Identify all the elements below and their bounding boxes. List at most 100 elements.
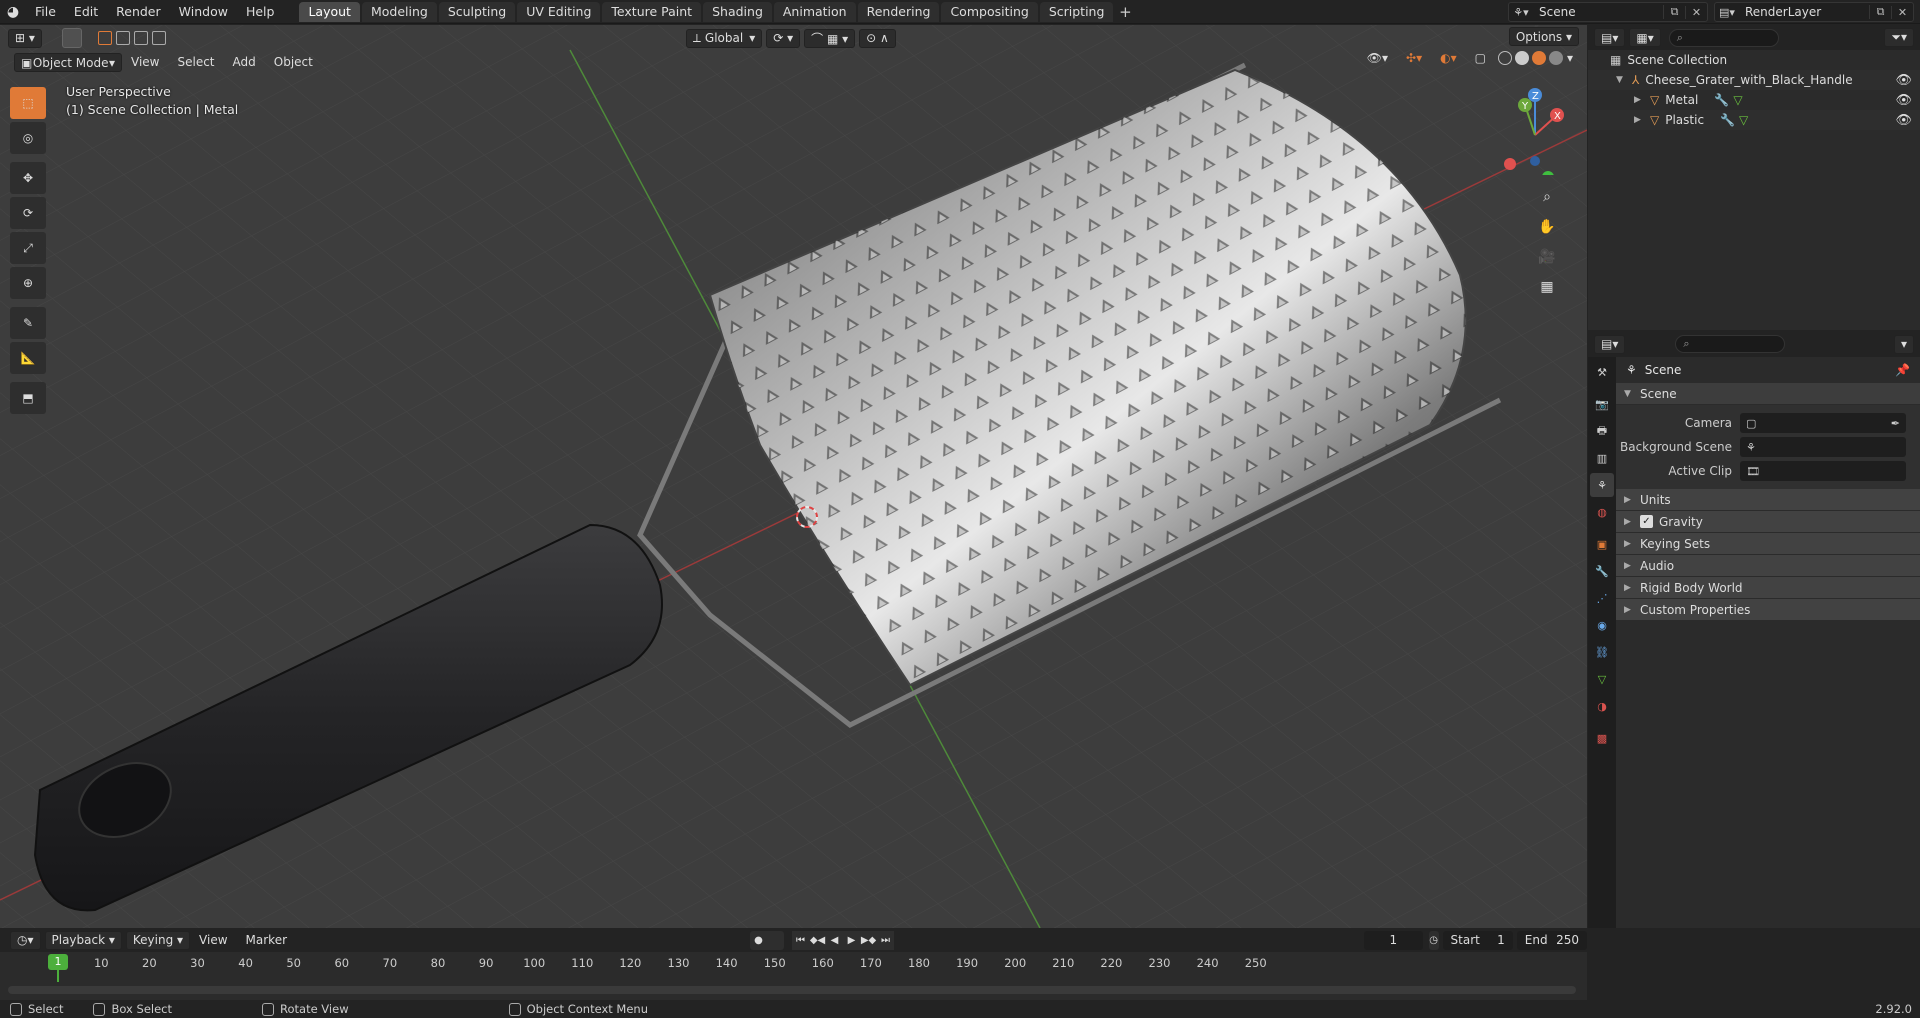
- transform-orientation-dropdown[interactable]: ⟂ Global ▾: [685, 28, 763, 48]
- display-mode-dropdown[interactable]: ▦▾: [1629, 28, 1661, 47]
- texture-tab-icon[interactable]: ▩: [1590, 726, 1614, 750]
- constraints-tab-icon[interactable]: ⛓: [1590, 640, 1614, 664]
- blender-logo-icon[interactable]: ◕: [0, 0, 26, 24]
- neg-x-axis-handle[interactable]: [1504, 158, 1516, 170]
- viewport-menu-add[interactable]: Add: [224, 53, 265, 72]
- tab-modeling[interactable]: Modeling: [361, 1, 437, 22]
- mesh-data-tab-icon[interactable]: ▽: [1590, 667, 1614, 691]
- tab-layout[interactable]: Layout: [299, 1, 360, 22]
- pivot-point-dropdown[interactable]: ⟳ ▾: [766, 28, 801, 48]
- tab-rendering[interactable]: Rendering: [857, 1, 940, 22]
- output-tab-icon[interactable]: 🖶: [1590, 419, 1614, 443]
- camera-field[interactable]: ▢ ✒: [1740, 413, 1906, 433]
- keying-sets-panel-header[interactable]: ▶ Keying Sets: [1616, 533, 1920, 555]
- proportional-edit-toggle[interactable]: ⊙ ∧: [859, 28, 896, 48]
- annotate-tool[interactable]: ✎: [10, 307, 46, 339]
- orthographic-toggle-icon[interactable]: ▦: [1533, 273, 1561, 301]
- material-preview-shading-icon[interactable]: [1531, 51, 1546, 65]
- rigid-body-world-panel-header[interactable]: ▶ Rigid Body World: [1616, 577, 1920, 599]
- scene-name[interactable]: Scene: [1533, 5, 1663, 19]
- modifiers-tab-icon[interactable]: 🔧: [1590, 559, 1614, 583]
- menu-render[interactable]: Render: [107, 0, 170, 24]
- tab-shading[interactable]: Shading: [703, 1, 772, 22]
- options-dropdown[interactable]: Options ▾: [1508, 27, 1579, 46]
- transform-tool[interactable]: ⊕: [10, 267, 46, 299]
- view-layer-selector[interactable]: ▤▾ RenderLayer ⧉ ✕: [1714, 2, 1914, 22]
- timeline-ruler[interactable]: 1 10 20 30 40 50 60 70 80 90 100 110 120 130 140 150 160…: [0, 952, 1587, 982]
- particles-tab-icon[interactable]: ⋰: [1590, 586, 1614, 610]
- measure-tool[interactable]: 📐: [10, 342, 46, 374]
- pin-icon[interactable]: 📌: [1895, 363, 1910, 377]
- keying-dropdown[interactable]: Keying ▾: [125, 930, 191, 950]
- menu-help[interactable]: Help: [237, 0, 284, 24]
- scene-selector[interactable]: ⚘▾ Scene ⧉ ✕: [1508, 2, 1708, 22]
- rendered-shading-icon[interactable]: [1548, 51, 1563, 65]
- solid-shading-icon[interactable]: [1514, 51, 1529, 65]
- visibility-eye-icon[interactable]: 👁: [1895, 93, 1912, 108]
- expand-chevron-icon[interactable]: ▶: [1634, 95, 1650, 105]
- cursor-tool[interactable]: ◎: [10, 122, 46, 154]
- viewport-menu-select[interactable]: Select: [168, 53, 223, 72]
- start-frame-input[interactable]: Start 1: [1442, 930, 1513, 950]
- wireframe-shading-icon[interactable]: [1497, 51, 1512, 65]
- snap-toggle[interactable]: ⌒ ▦ ▾: [804, 28, 856, 48]
- menu-file[interactable]: File: [26, 0, 65, 24]
- timeline-scrollbar[interactable]: [8, 986, 1576, 994]
- world-tab-icon[interactable]: ◍: [1590, 500, 1614, 524]
- play-reverse-icon[interactable]: ◀: [826, 930, 844, 950]
- select-tool-icon[interactable]: [61, 28, 82, 48]
- menu-window[interactable]: Window: [170, 0, 237, 24]
- active-clip-field[interactable]: 🎞: [1740, 461, 1906, 481]
- xray-icon[interactable]: ▢: [1466, 51, 1495, 65]
- view-layer-name[interactable]: RenderLayer: [1739, 5, 1869, 19]
- tab-compositing[interactable]: Compositing: [941, 1, 1038, 22]
- 3d-viewport[interactable]: ⊞ ▾ ⟂ Global ▾ ⟳ ▾ ⌒ ▦ ▾ ⊙ ∧ ▣ Object Mo…: [0, 25, 1587, 928]
- shading-options-icon[interactable]: ▾: [1563, 51, 1577, 65]
- pan-hand-icon[interactable]: ✋: [1533, 213, 1561, 241]
- viewport-menu-object[interactable]: Object: [265, 53, 322, 72]
- visibility-icon[interactable]: 👁▾: [1358, 51, 1397, 65]
- gravity-panel-header[interactable]: ▶ ✓ Gravity: [1616, 511, 1920, 533]
- gizmo-toggle-icon[interactable]: ✣▾: [1397, 51, 1431, 65]
- auto-keying-options-icon[interactable]: [767, 930, 785, 950]
- view-layer-tab-icon[interactable]: ▥: [1590, 446, 1614, 470]
- tree-row-metal[interactable]: ▶ ▽ Metal 🔧 ▽ 👁: [1588, 90, 1920, 110]
- outliner-editor-type[interactable]: ▤▾: [1594, 28, 1626, 47]
- rotate-tool[interactable]: ⟳: [10, 197, 46, 229]
- jump-end-icon[interactable]: ⏭: [877, 930, 895, 950]
- playback-dropdown[interactable]: Playback ▾: [44, 930, 122, 950]
- delete-view-layer-icon[interactable]: ✕: [1891, 5, 1913, 19]
- editor-type-selector[interactable]: ⊞ ▾: [8, 28, 42, 48]
- render-tab-icon[interactable]: 📷: [1590, 392, 1614, 416]
- delete-scene-icon[interactable]: ✕: [1685, 5, 1707, 19]
- select-box-tool[interactable]: ⬚: [10, 87, 46, 119]
- tab-animation[interactable]: Animation: [773, 1, 856, 22]
- units-panel-header[interactable]: ▶ Units: [1616, 489, 1920, 511]
- timeline-editor-type[interactable]: ◷▾: [10, 930, 41, 950]
- gravity-checkbox[interactable]: ✓: [1640, 515, 1653, 528]
- add-workspace-button[interactable]: +: [1115, 3, 1135, 21]
- outliner-search-input[interactable]: ⌕: [1668, 28, 1779, 47]
- select-mode-invert-icon[interactable]: [151, 31, 166, 45]
- record-icon[interactable]: ●: [750, 930, 768, 950]
- tab-texture-paint[interactable]: Texture Paint: [602, 1, 702, 22]
- tab-uv-editing[interactable]: UV Editing: [517, 1, 601, 22]
- menu-edit[interactable]: Edit: [65, 0, 107, 24]
- neg-y-axis-handle[interactable]: [1542, 171, 1554, 175]
- add-cube-tool[interactable]: ⬒: [10, 382, 46, 414]
- neg-z-axis-handle[interactable]: [1530, 156, 1540, 166]
- mode-dropdown[interactable]: ▣ Object Mode ▾: [14, 53, 122, 72]
- timeline-menu-marker[interactable]: Marker: [237, 933, 296, 947]
- visibility-eye-icon[interactable]: 👁: [1895, 73, 1912, 88]
- visibility-eye-icon[interactable]: 👁: [1895, 113, 1912, 128]
- select-mode-subtract-icon[interactable]: [133, 31, 148, 45]
- background-scene-field[interactable]: ⚘: [1740, 437, 1906, 457]
- select-mode-extend-icon[interactable]: [115, 31, 130, 45]
- physics-tab-icon[interactable]: ◉: [1590, 613, 1614, 637]
- tool-tab-icon[interactable]: ⚒: [1590, 360, 1614, 384]
- end-frame-input[interactable]: End 250: [1516, 930, 1587, 950]
- custom-properties-panel-header[interactable]: ▶ Custom Properties: [1616, 599, 1920, 621]
- orientation-gizmo[interactable]: Z X Y: [1477, 75, 1587, 175]
- tab-scripting[interactable]: Scripting: [1039, 1, 1114, 22]
- eyedropper-icon[interactable]: ✒: [1891, 417, 1900, 430]
